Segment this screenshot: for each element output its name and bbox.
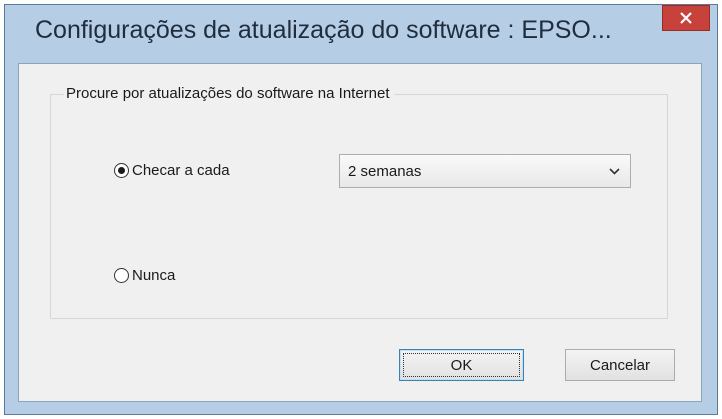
dialog-client-area: Procure por atualizações do software na … — [18, 63, 702, 402]
cancel-button-label: Cancelar — [589, 356, 651, 374]
cancel-button[interactable]: Cancelar — [565, 349, 675, 381]
window-title: Configurações de atualização do software… — [35, 16, 612, 44]
dialog-window: Configurações de atualização do software… — [4, 4, 718, 415]
radio-never[interactable]: Nunca — [114, 267, 175, 284]
ok-button-label: OK — [450, 356, 473, 374]
close-icon — [680, 12, 692, 24]
interval-select-value: 2 semanas — [348, 162, 422, 180]
radio-check-every-circle[interactable] — [114, 163, 129, 178]
radio-never-circle[interactable] — [114, 268, 129, 283]
radio-check-every[interactable]: Checar a cada — [114, 162, 230, 179]
close-button[interactable] — [662, 5, 710, 31]
title-bar[interactable]: Configurações de atualização do software… — [5, 5, 717, 63]
update-groupbox — [50, 94, 668, 319]
radio-never-label[interactable]: Nunca — [132, 267, 175, 284]
radio-selected-dot — [118, 167, 125, 174]
groupbox-legend: Procure por atualizações do software na … — [64, 85, 394, 102]
chevron-down-icon — [609, 167, 620, 175]
ok-button[interactable]: OK — [399, 349, 524, 381]
radio-check-every-label[interactable]: Checar a cada — [132, 162, 230, 179]
interval-select[interactable]: 2 semanas — [339, 154, 631, 188]
